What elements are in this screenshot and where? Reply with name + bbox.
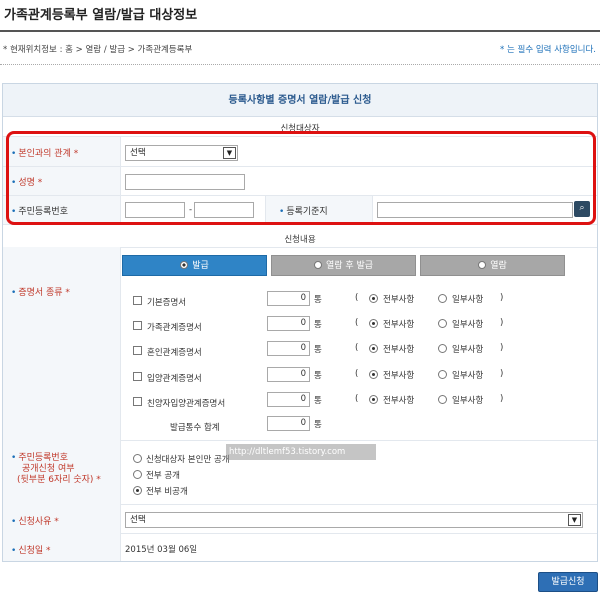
date-label: • 신청일 *	[11, 546, 51, 556]
cert-name: 입양관계증명서	[147, 374, 202, 384]
all-items-radio[interactable]	[369, 319, 378, 328]
chevron-down-icon: ▼	[568, 514, 581, 526]
submit-issue-button[interactable]: 발급신청	[538, 572, 598, 592]
cert-count-input[interactable]: 0	[267, 367, 310, 382]
cert-type-label: • 증명서 종류 *	[11, 288, 70, 298]
paren-open: (	[355, 369, 359, 379]
paren-close: )	[500, 394, 504, 404]
partial-items-radio[interactable]	[438, 370, 447, 379]
all-items-radio[interactable]	[369, 395, 378, 404]
cert-unit: 통	[314, 320, 322, 330]
disclosure-option-label: 전부 비공개	[146, 487, 188, 497]
cert-name: 친양자입양관계증명서	[147, 399, 226, 409]
paren-close: )	[500, 318, 504, 328]
required-note: * 는 필수 입력 사항입니다.	[500, 45, 596, 55]
cert-checkbox[interactable]	[133, 372, 142, 381]
radio-icon	[313, 261, 322, 269]
cert-count-input[interactable]: 0	[267, 392, 310, 407]
reason-label: • 신청사유 *	[11, 517, 59, 527]
partial-items-label: 일부사항	[452, 396, 484, 406]
highlight-box	[6, 131, 596, 225]
title-divider	[0, 30, 600, 32]
disclosure-radio-all[interactable]	[133, 470, 142, 479]
all-items-label: 전부사항	[383, 371, 415, 381]
all-items-radio[interactable]	[369, 344, 378, 353]
partial-items-radio[interactable]	[438, 395, 447, 404]
total-count: 0	[267, 416, 310, 431]
total-label: 발급통수 합계	[170, 423, 220, 433]
page-title: 가족관계등록부 열람/발급 대상정보	[4, 8, 198, 23]
cert-checkbox[interactable]	[133, 397, 142, 406]
paren-close: )	[500, 369, 504, 379]
cert-unit: 통	[314, 396, 322, 406]
tab-view[interactable]: 열람	[420, 255, 565, 276]
partial-items-label: 일부사항	[452, 371, 484, 381]
disclosure-radio-self[interactable]	[133, 454, 142, 463]
tab-view-then-issue[interactable]: 열람 후 발급	[271, 255, 416, 276]
radio-icon	[180, 261, 189, 269]
partial-items-label: 일부사항	[452, 320, 484, 330]
tab-issue[interactable]: 발급	[122, 255, 267, 276]
paren-open: (	[355, 293, 359, 303]
total-unit: 통	[314, 420, 322, 430]
partial-items-radio[interactable]	[438, 319, 447, 328]
all-items-label: 전부사항	[383, 295, 415, 305]
reason-select[interactable]: 선택 ▼	[125, 512, 583, 528]
all-items-label: 전부사항	[383, 345, 415, 355]
divider	[0, 64, 600, 65]
breadcrumb: * 현재위치정보 : 홈 > 열람 / 발급 > 가족관계등록부	[3, 45, 193, 55]
all-items-label: 전부사항	[383, 320, 415, 330]
cert-unit: 통	[314, 345, 322, 355]
cert-count-input[interactable]: 0	[267, 341, 310, 356]
partial-items-radio[interactable]	[438, 294, 447, 303]
all-items-radio[interactable]	[369, 370, 378, 379]
all-items-radio[interactable]	[369, 294, 378, 303]
disclosure-label-line3: (뒷부분 6자리 숫자) *	[17, 475, 101, 485]
cert-name: 기본증명서	[147, 298, 187, 308]
disclosure-option-label: 신청대상자 본인만 공개	[146, 455, 230, 465]
cert-checkbox[interactable]	[133, 321, 142, 330]
cert-checkbox[interactable]	[133, 346, 142, 355]
paren-open: (	[355, 394, 359, 404]
disclosure-option-label: 전부 공개	[146, 471, 180, 481]
cert-unit: 통	[314, 371, 322, 381]
application-date: 2015년 03월 06일	[125, 545, 198, 555]
partial-items-label: 일부사항	[452, 295, 484, 305]
paren-open: (	[355, 343, 359, 353]
cert-checkbox[interactable]	[133, 296, 142, 305]
partial-items-radio[interactable]	[438, 344, 447, 353]
cert-count-input[interactable]: 0	[267, 291, 310, 306]
watermark: http://dltlemf53.tistory.com	[226, 444, 376, 460]
all-items-label: 전부사항	[383, 396, 415, 406]
paren-open: (	[355, 318, 359, 328]
partial-items-label: 일부사항	[452, 345, 484, 355]
paren-close: )	[500, 343, 504, 353]
cert-name: 가족관계증명서	[147, 323, 202, 333]
content-section-title: 신청내용	[284, 235, 316, 245]
cert-label-column	[3, 247, 121, 440]
disclosure-radio-none[interactable]	[133, 486, 142, 495]
radio-icon	[478, 261, 487, 269]
paren-close: )	[500, 293, 504, 303]
cert-count-input[interactable]: 0	[267, 316, 310, 331]
cert-unit: 통	[314, 295, 322, 305]
cert-name: 혼인관계증명서	[147, 348, 202, 358]
form-heading: 등록사항별 증명서 열람/발급 신청	[3, 84, 597, 117]
